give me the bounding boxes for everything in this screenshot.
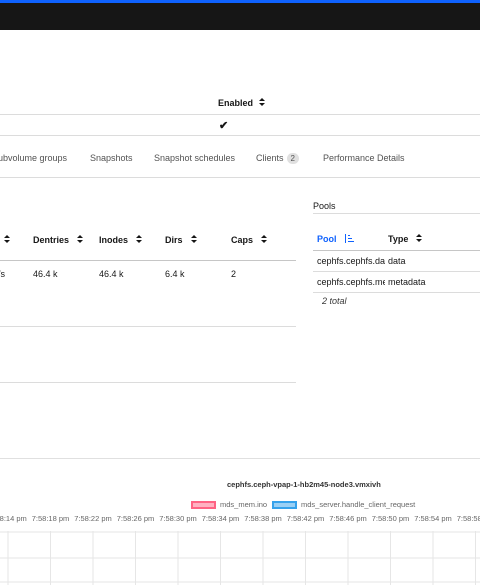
checkmark-icon: ✔	[219, 120, 229, 132]
x-tick-label: 7:58:26 pm	[117, 514, 155, 523]
cell-dirs: 6.4 k	[165, 269, 185, 279]
column-header-dentries[interactable]: Dentries	[33, 235, 84, 245]
enabled-column-header[interactable]: Enabled	[218, 98, 266, 108]
sort-icon	[259, 98, 266, 108]
sort-icon	[190, 235, 197, 245]
table-row[interactable]: cephfs.cephfs.data data	[313, 251, 480, 272]
sort-icon	[77, 235, 84, 245]
column-label: Pool	[317, 234, 337, 244]
x-tick-label: 7:58:18 pm	[32, 514, 70, 523]
pools-title-divider	[313, 213, 480, 214]
chart-section-divider	[0, 458, 480, 459]
column-header-inodes[interactable]: Inodes	[99, 235, 143, 245]
sort-ascending-icon	[344, 234, 355, 244]
filesystem-table-header: Enabled	[0, 92, 480, 115]
pools-title: Pools	[313, 201, 336, 211]
x-tick-label: 7:58:22 pm	[74, 514, 112, 523]
pools-total-count: 2 total	[322, 296, 347, 306]
sort-icon	[136, 235, 143, 245]
legend-label: mds_mem.ino	[220, 500, 268, 509]
x-tick-label: 7:58:50 pm	[372, 514, 410, 523]
cell-pool: cephfs.cephfs.meta	[317, 277, 385, 287]
cell-truncated: /s	[0, 269, 6, 279]
tab-clients[interactable]: Clients 2	[256, 153, 299, 164]
column-label: Caps	[231, 235, 254, 245]
cell-type: metadata	[388, 277, 426, 287]
column-label: Dirs	[165, 235, 183, 245]
cell-type: data	[388, 256, 406, 266]
legend-swatch	[272, 500, 297, 509]
sort-icon	[4, 235, 10, 245]
performance-chart: 7:58:14 pm 7:58:18 pm 7:58:22 pm 7:58:26 pm…	[0, 514, 480, 585]
column-header-dirs[interactable]: Dirs	[165, 235, 197, 245]
x-tick-label: 7:58:14 pm	[0, 514, 27, 523]
tab-subvolume-groups[interactable]: ubvolume groups	[0, 153, 67, 163]
table-row[interactable]: /s 46.4 k 46.4 k 6.4 k 2	[0, 261, 296, 327]
top-accent-line	[0, 0, 480, 3]
x-tick-label: 7:58:42 pm	[287, 514, 325, 523]
legend-item-handle-client-request[interactable]: mds_server.handle_client_request	[272, 500, 415, 509]
ranks-table-header: Dentries Inodes Dirs Caps	[0, 225, 296, 261]
top-navigation-bar	[0, 0, 480, 30]
x-tick-label: 7:58:46 pm	[329, 514, 367, 523]
sort-icon	[416, 234, 423, 244]
x-tick-label: 7:58:34 pm	[202, 514, 240, 523]
tab-clients-label: Clients	[256, 153, 284, 163]
legend-item-mds-mem-ino[interactable]: mds_mem.ino	[191, 500, 267, 509]
x-tick-label: 7:58:30 pm	[159, 514, 197, 523]
section-divider	[0, 382, 296, 383]
x-tick-label: 7:58:58 pm	[457, 514, 480, 523]
legend-label: mds_server.handle_client_request	[301, 500, 416, 509]
chart-title: cephfs.ceph-vpap-1-hb2m45-node3.vmxivh	[227, 480, 381, 489]
sort-icon	[261, 235, 268, 245]
pools-table-header: Pool Type	[313, 226, 480, 251]
filesystem-table-row[interactable]: ✔	[0, 115, 480, 136]
x-tick-label: 7:58:38 pm	[244, 514, 282, 523]
cell-inodes: 46.4 k	[99, 269, 124, 279]
cell-pool: cephfs.cephfs.data	[317, 256, 385, 266]
column-header-truncated[interactable]	[4, 235, 10, 245]
column-header-type[interactable]: Type	[388, 234, 423, 244]
legend-swatch	[191, 500, 216, 509]
enabled-column-label: Enabled	[218, 98, 254, 108]
tab-snapshot-schedules[interactable]: Snapshot schedules	[154, 153, 235, 163]
column-label: Dentries	[33, 235, 70, 245]
clients-count-badge: 2	[286, 153, 299, 164]
table-row[interactable]: cephfs.cephfs.meta metadata	[313, 272, 480, 293]
column-header-caps[interactable]: Caps	[231, 235, 268, 245]
details-tabs: ubvolume groups Snapshots Snapshot sched…	[0, 145, 480, 178]
cell-dentries: 46.4 k	[33, 269, 58, 279]
column-header-pool[interactable]: Pool	[317, 234, 355, 244]
x-tick-label: 7:58:54 pm	[414, 514, 452, 523]
column-label: Type	[388, 234, 409, 244]
tab-snapshots[interactable]: Snapshots	[90, 153, 133, 163]
cell-caps: 2	[231, 269, 237, 279]
tab-performance-details[interactable]: Performance Details	[323, 153, 405, 163]
column-label: Inodes	[99, 235, 129, 245]
